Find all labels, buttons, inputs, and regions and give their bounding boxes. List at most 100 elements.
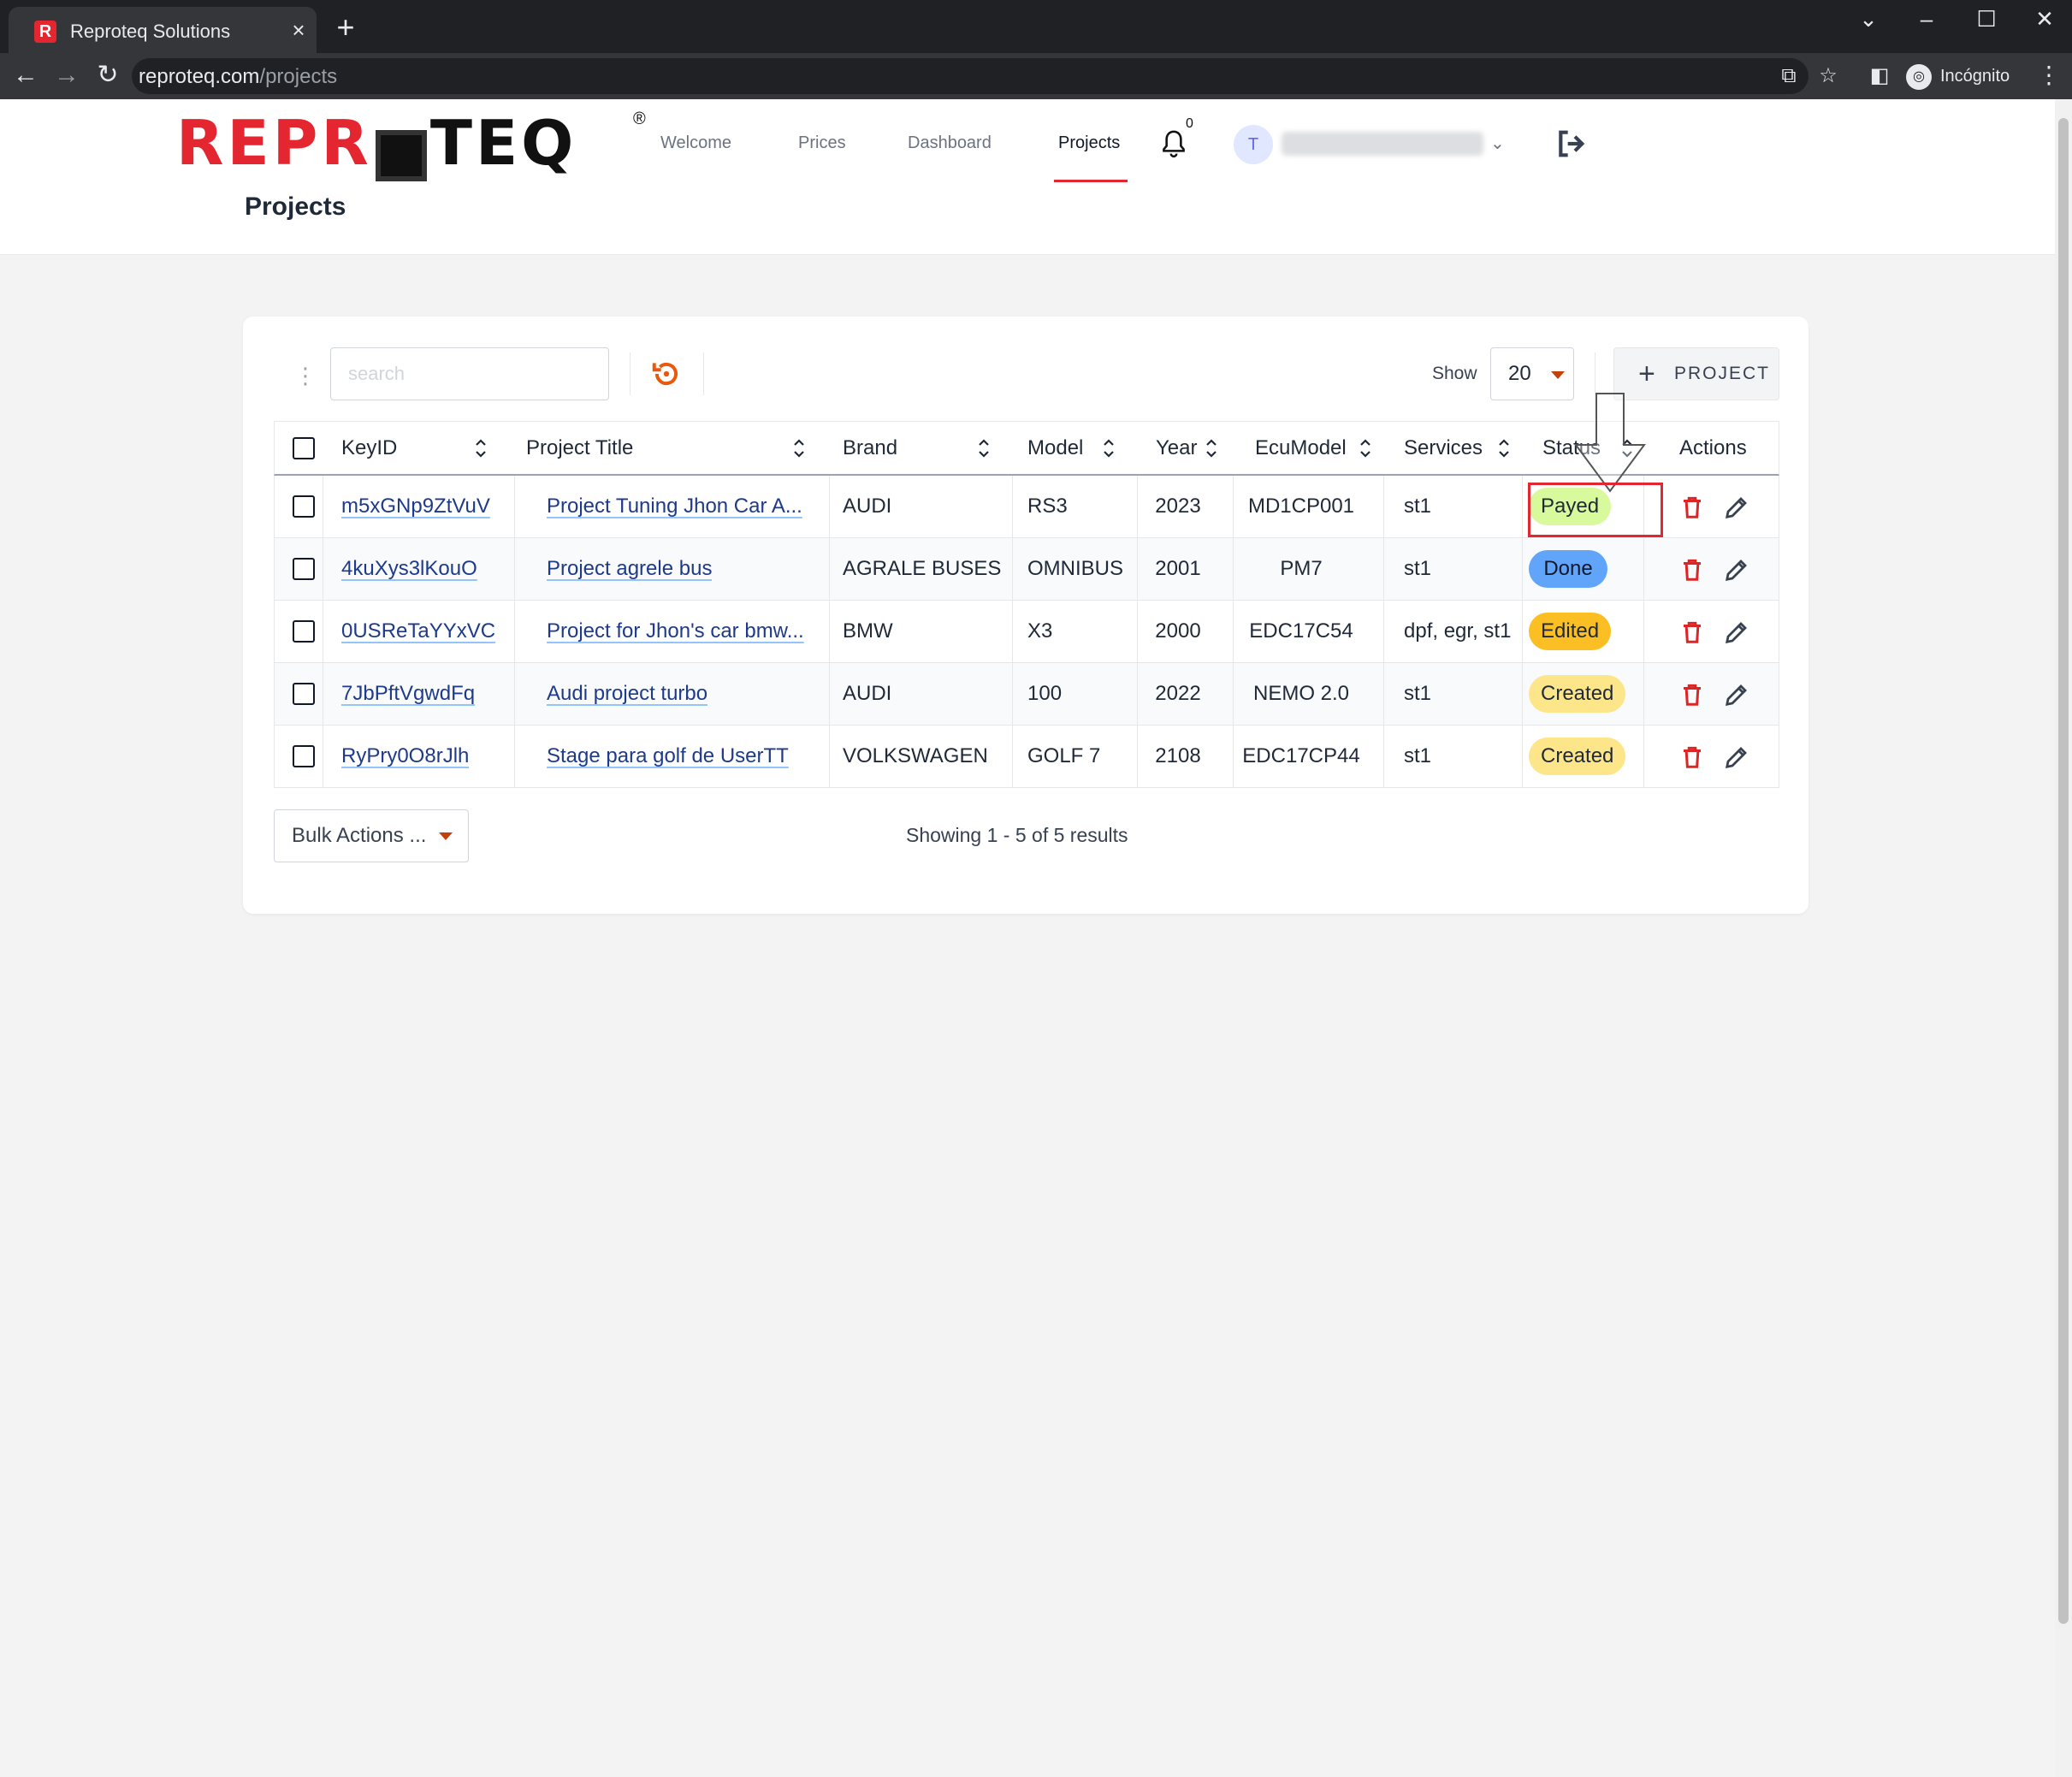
translate-icon[interactable]: ⧉ bbox=[1774, 63, 1803, 89]
row-checkbox[interactable] bbox=[293, 620, 315, 643]
side-panel-icon[interactable]: ◧ bbox=[1865, 63, 1894, 89]
browser-tabbar: R Reproteq Solutions × + ⌄ – ☐ ✕ bbox=[0, 0, 2072, 53]
table-row: 7JbPftVgwdFq Audi project turbo AUDI 100 202… bbox=[274, 663, 1779, 726]
search-input[interactable] bbox=[330, 347, 609, 400]
column-divider bbox=[1522, 663, 1523, 725]
avatar[interactable]: T bbox=[1234, 125, 1273, 164]
column-divider bbox=[514, 538, 515, 600]
cell-year-wrap: 2108 bbox=[1130, 726, 1226, 787]
bulk-actions-dropdown[interactable]: Bulk Actions ... bbox=[274, 809, 469, 862]
row-checkbox[interactable] bbox=[293, 558, 315, 580]
cell-keyid-wrap: 7JbPftVgwdFq bbox=[341, 663, 475, 725]
cell-title[interactable]: Project Tuning Jhon Car A... bbox=[547, 495, 802, 518]
cell-services-wrap: st1 bbox=[1404, 663, 1431, 725]
maximize-icon[interactable]: ☐ bbox=[1969, 3, 2004, 34]
logout-icon[interactable] bbox=[1554, 127, 1588, 161]
tab-title: Reproteq Solutions bbox=[70, 21, 231, 42]
column-divider bbox=[829, 476, 830, 537]
window-close-icon[interactable]: ✕ bbox=[2028, 3, 2062, 34]
pencil-icon[interactable] bbox=[1724, 682, 1749, 708]
column-divider bbox=[1643, 663, 1644, 725]
cell-title[interactable]: Audi project turbo bbox=[547, 682, 707, 705]
browser-menu-icon[interactable]: ⋮ bbox=[2036, 60, 2062, 91]
cell-keyid[interactable]: 4kuXys3lKouO bbox=[341, 557, 477, 580]
select-all-checkbox[interactable] bbox=[293, 437, 315, 459]
column-options-icon[interactable]: ⋮ bbox=[294, 363, 317, 388]
pencil-icon[interactable] bbox=[1724, 619, 1749, 645]
address-bar[interactable]: reproteq.com/projects ⧉ ☆ bbox=[132, 58, 1838, 94]
cell-model: X3 bbox=[1027, 619, 1053, 643]
cell-year: 2022 bbox=[1155, 682, 1201, 705]
bookmark-star-icon[interactable]: ☆ bbox=[1814, 63, 1843, 89]
col-header-services[interactable]: Services bbox=[1404, 422, 1483, 475]
reload-icon[interactable]: ↻ bbox=[91, 58, 125, 92]
sort-icon[interactable] bbox=[793, 437, 805, 459]
reset-filters-icon[interactable] bbox=[650, 358, 683, 390]
row-checkbox[interactable] bbox=[293, 745, 315, 767]
trash-icon[interactable] bbox=[1679, 744, 1705, 770]
col-header-keyid[interactable]: KeyID bbox=[341, 422, 397, 475]
sort-icon[interactable] bbox=[1498, 437, 1510, 459]
scrollbar-thumb[interactable] bbox=[2058, 118, 2069, 1624]
bell-icon[interactable] bbox=[1160, 128, 1187, 159]
cell-brand-wrap: VOLKSWAGEN bbox=[843, 726, 988, 787]
trash-icon[interactable] bbox=[1679, 619, 1705, 645]
page-size-select[interactable]: 20 bbox=[1490, 347, 1574, 400]
annotation-highlight-box bbox=[1528, 483, 1663, 537]
back-icon[interactable]: ← bbox=[9, 58, 43, 92]
incognito-indicator[interactable]: ◎ Incógnito bbox=[1906, 58, 2010, 94]
cell-year: 2001 bbox=[1155, 557, 1201, 580]
sort-icon[interactable] bbox=[978, 437, 990, 459]
trash-icon[interactable] bbox=[1679, 495, 1705, 520]
browser-toolbar: ← → ↻ reproteq.com/projects ⧉ ☆ ◧ ◎ Incóg… bbox=[0, 53, 2072, 99]
sort-icon[interactable] bbox=[475, 437, 487, 459]
page-scrollbar[interactable] bbox=[2055, 99, 2072, 1777]
nav-projects[interactable]: Projects bbox=[1058, 128, 1120, 157]
cell-keyid[interactable]: m5xGNp9ZtVuV bbox=[341, 495, 490, 518]
table-row: 4kuXys3lKouO Project agrele bus AGRALE BUS… bbox=[274, 538, 1779, 601]
cell-title[interactable]: Stage para golf de UserTT bbox=[547, 744, 789, 767]
browser-tab[interactable]: R Reproteq Solutions × bbox=[9, 7, 317, 53]
col-header-ecumodel[interactable]: EcuModel bbox=[1255, 422, 1347, 475]
nav-dashboard[interactable]: Dashboard bbox=[908, 128, 992, 157]
cell-title-wrap: Project Tuning Jhon Car A... bbox=[547, 476, 802, 537]
nav-prices[interactable]: Prices bbox=[798, 128, 846, 157]
cell-keyid[interactable]: 0USReTaYYxVC bbox=[341, 619, 495, 643]
column-divider bbox=[1383, 601, 1384, 662]
col-header-model[interactable]: Model bbox=[1027, 422, 1083, 475]
new-tab-icon[interactable]: + bbox=[329, 10, 363, 44]
col-header-brand[interactable]: Brand bbox=[843, 422, 897, 475]
cell-keyid[interactable]: RyPry0O8rJlh bbox=[341, 744, 469, 767]
column-divider bbox=[514, 726, 515, 787]
tab-search-icon[interactable]: ⌄ bbox=[1851, 3, 1886, 34]
pencil-icon[interactable] bbox=[1724, 495, 1749, 520]
row-checkbox[interactable] bbox=[293, 495, 315, 518]
sort-icon[interactable] bbox=[1205, 437, 1217, 459]
chevron-down-icon[interactable]: ⌄ bbox=[1490, 132, 1505, 156]
col-header-year[interactable]: Year bbox=[1156, 422, 1198, 475]
cell-title-wrap: Audi project turbo bbox=[547, 663, 707, 725]
minimize-icon[interactable]: – bbox=[1909, 3, 1944, 34]
pencil-icon[interactable] bbox=[1724, 557, 1749, 583]
user-email-redacted[interactable] bbox=[1282, 132, 1483, 156]
trash-icon[interactable] bbox=[1679, 557, 1705, 583]
url-text: reproteq.com/projects bbox=[139, 65, 338, 88]
cell-keyid-wrap: 0USReTaYYxVC bbox=[341, 601, 495, 662]
cell-ecumodel: PM7 bbox=[1280, 557, 1323, 580]
reproteq-logo[interactable]: REPR TEQ ® bbox=[176, 106, 646, 181]
cell-brand-wrap: BMW bbox=[843, 601, 893, 662]
sort-icon[interactable] bbox=[1103, 437, 1115, 459]
row-checkbox[interactable] bbox=[293, 683, 315, 705]
pencil-icon[interactable] bbox=[1724, 744, 1749, 770]
column-divider bbox=[514, 663, 515, 725]
cell-title[interactable]: Project for Jhon's car bmw... bbox=[547, 619, 804, 643]
cell-keyid[interactable]: 7JbPftVgwdFq bbox=[341, 682, 475, 705]
nav-welcome[interactable]: Welcome bbox=[660, 128, 731, 157]
cell-title[interactable]: Project agrele bus bbox=[547, 557, 712, 580]
cell-ecumodel: EDC17C54 bbox=[1249, 619, 1353, 643]
col-header-title[interactable]: Project Title bbox=[526, 422, 633, 475]
tab-close-icon[interactable]: × bbox=[286, 17, 311, 43]
trash-icon[interactable] bbox=[1679, 682, 1705, 708]
forward-icon[interactable]: → bbox=[50, 58, 84, 92]
sort-icon[interactable] bbox=[1359, 437, 1371, 459]
